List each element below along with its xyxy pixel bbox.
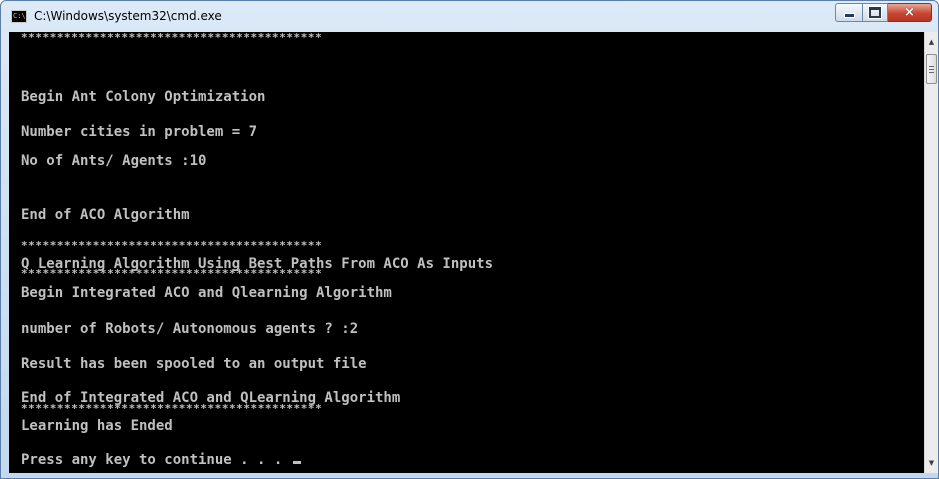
vertical-scrollbar[interactable]: ▲ ▼ — [924, 32, 938, 473]
text-cursor — [292, 461, 301, 464]
grip-icon — [929, 71, 934, 73]
console-prompt-line: Press any key to continue . . . — [21, 452, 301, 468]
console-line-separator: ****************************************… — [21, 239, 323, 252]
grip-icon — [929, 68, 934, 70]
console-output[interactable]: ****************************************… — [9, 32, 924, 473]
close-icon: × — [904, 5, 915, 20]
console-line: Result has been spooled to an output fil… — [21, 356, 367, 372]
console-prompt: Press any key to continue . . . — [21, 452, 291, 468]
console-line: Learning has Ended — [21, 418, 173, 434]
console-window: C:\ C:\Windows\system32\cmd.exe × ******… — [0, 0, 939, 479]
chevron-down-icon: ▼ — [928, 459, 935, 467]
console-line: No of Ants/ Agents :10 — [21, 153, 207, 169]
window-title: C:\Windows\system32\cmd.exe — [34, 9, 222, 23]
scrollbar-thumb[interactable] — [926, 54, 937, 84]
maximize-icon — [868, 6, 882, 19]
console-line-separator: ****************************************… — [21, 267, 323, 280]
console-line: Number cities in problem = 7 — [21, 124, 258, 140]
minimize-icon — [843, 13, 855, 18]
maximize-button[interactable] — [862, 3, 888, 22]
title-bar[interactable]: C:\ C:\Windows\system32\cmd.exe × — [1, 1, 938, 33]
window-controls: × — [835, 3, 932, 23]
console-line: Begin Integrated ACO and Qlearning Algor… — [21, 285, 392, 301]
console-line-separator: ****************************************… — [21, 32, 323, 44]
console-line: Begin Ant Colony Optimization — [21, 89, 266, 105]
chevron-up-icon: ▲ — [928, 38, 935, 46]
minimize-button[interactable] — [835, 3, 862, 22]
cmd-icon-label: C:\ — [13, 12, 26, 20]
grip-icon — [929, 65, 934, 67]
cmd-icon[interactable]: C:\ — [11, 10, 27, 23]
console-line: End of ACO Algorithm — [21, 207, 190, 223]
console-line: number of Robots/ Autonomous agents ? :2 — [21, 321, 359, 337]
console-line-separator: ****************************************… — [21, 402, 323, 415]
scroll-down-button[interactable]: ▼ — [925, 455, 938, 471]
scroll-up-button[interactable]: ▲ — [925, 34, 938, 50]
close-button[interactable]: × — [888, 3, 932, 22]
